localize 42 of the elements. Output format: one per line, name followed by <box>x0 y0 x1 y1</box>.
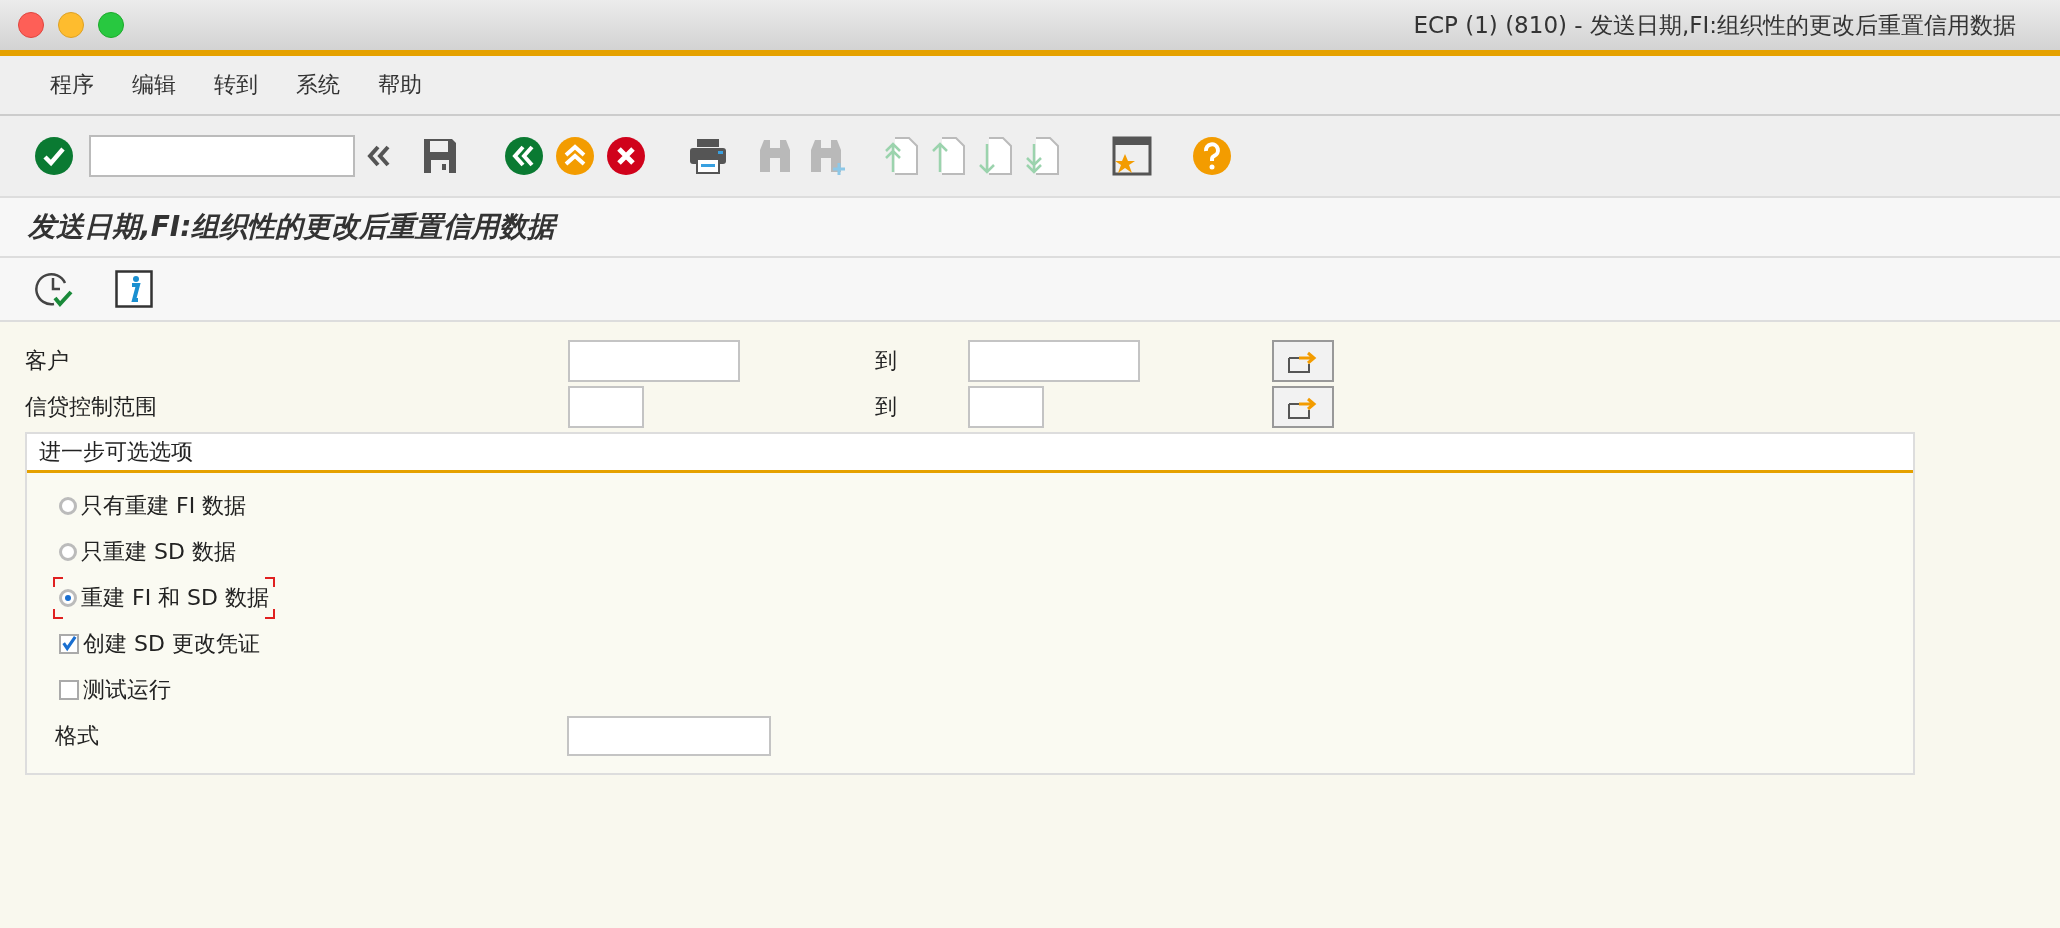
save-icon[interactable] <box>422 137 458 175</box>
checkbox[interactable] <box>59 680 79 700</box>
menu-item[interactable]: 系统 <box>277 64 359 106</box>
to-label: 到 <box>875 347 898 375</box>
field-label: 信贷控制范围 <box>25 393 158 421</box>
from-field[interactable] <box>568 386 644 428</box>
zoom-button[interactable] <box>98 12 124 38</box>
group-title: 进一步可选选项 <box>39 438 193 466</box>
checkmark-button[interactable] <box>34 136 74 176</box>
to-label: 到 <box>875 393 898 421</box>
format-field[interactable] <box>567 716 771 756</box>
from-field[interactable] <box>568 340 740 382</box>
minimize-button[interactable] <box>58 12 84 38</box>
radio-button[interactable] <box>59 543 77 561</box>
menu-item[interactable]: 编辑 <box>113 64 195 106</box>
radio-label: 重建 FI 和 SD 数据 <box>81 584 270 612</box>
window-title: ECP (1) (810) - 发送日期,FI:组织性的更改后重置信用数据 <box>1413 10 2016 40</box>
menu-item[interactable]: 转到 <box>195 64 277 106</box>
multiple-selection-button[interactable] <box>1272 340 1334 382</box>
checkbox-label: 测试运行 <box>83 676 171 704</box>
menu-item[interactable]: 程序 <box>31 64 113 106</box>
checkbox-label: 创建 SD 更改凭证 <box>83 630 260 658</box>
cancel-icon[interactable] <box>606 136 646 176</box>
radio-button[interactable] <box>59 589 77 607</box>
to-field[interactable] <box>968 386 1044 428</box>
field-label: 格式 <box>54 722 100 750</box>
close-button[interactable] <box>18 12 44 38</box>
field-label: 客户 <box>25 347 70 375</box>
radio-label: 只重建 SD 数据 <box>81 538 236 566</box>
up-arrows-icon[interactable] <box>555 136 595 176</box>
command-field[interactable] <box>89 135 355 177</box>
radio-button[interactable] <box>59 497 77 515</box>
menu-item[interactable]: 帮助 <box>359 64 441 106</box>
collapse-icon[interactable] <box>366 143 392 169</box>
checkbox[interactable] <box>59 634 79 654</box>
radio-label: 只有重建 FI 数据 <box>81 492 247 520</box>
printer-icon[interactable] <box>688 137 728 175</box>
help-icon[interactable] <box>1192 136 1232 176</box>
multiple-selection-button[interactable] <box>1272 386 1334 428</box>
to-field[interactable] <box>968 340 1140 382</box>
info-icon[interactable] <box>115 270 153 308</box>
back-icon[interactable] <box>504 136 544 176</box>
